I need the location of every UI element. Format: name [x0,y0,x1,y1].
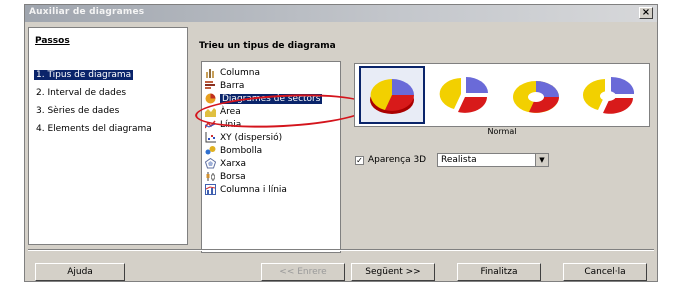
appearance-3d-select[interactable]: Realista ▼ [437,153,549,167]
scatter-chart-icon [205,132,216,143]
donut-exploded-icon [582,76,635,114]
chart-wizard-dialog: Auxiliar de diagrames × Passos 1. Tipus … [24,4,658,282]
step-chart-elements[interactable]: 4. Elements del diagrama [34,124,154,134]
next-button[interactable]: Següent >> [351,263,435,281]
button-separator [28,249,654,251]
list-item-bar[interactable]: Barra [205,79,244,92]
appearance-3d-checkbox[interactable]: ✓ Aparença 3D [355,155,426,165]
bar-chart-icon [205,81,215,89]
exploded-pie-thumb[interactable] [433,68,495,122]
steps-heading: Passos [35,36,70,46]
step-chart-type[interactable]: 1. Tipus de diagrama [34,70,134,80]
close-button[interactable]: × [639,7,653,19]
list-item-column[interactable]: Columna [205,66,260,79]
donut-pie-thumb[interactable] [505,68,567,122]
list-item-stock[interactable]: Borsa [205,170,246,183]
cancel-button[interactable]: Cancel·la [563,263,647,281]
help-button[interactable]: Ajuda [35,263,125,281]
exploded-donut-thumb[interactable] [577,68,639,122]
finish-button[interactable]: Finalitza [457,263,541,281]
checkbox-box[interactable]: ✓ [355,155,364,165]
pie-exploded-icon [439,77,488,113]
bubble-chart-icon [205,146,216,155]
step-data-series[interactable]: 3. Sèries de dades [34,106,121,116]
net-chart-icon [205,158,216,169]
back-button[interactable]: << Enrere [261,263,345,281]
normal-pie-thumb[interactable] [359,66,425,124]
title-bar: Auxiliar de diagrames × [25,5,657,22]
list-item-label: Columna [220,67,260,78]
column-line-chart-icon [205,184,216,195]
stock-chart-icon [206,172,215,181]
list-item-label: Borsa [220,171,246,182]
list-item-label: XY (dispersió) [220,132,283,143]
appearance-3d-value: Realista [441,155,477,165]
list-item-net[interactable]: Xarxa [205,157,246,170]
list-item-scatter[interactable]: XY (dispersió) [205,131,282,144]
dialog-title: Auxiliar de diagrames [29,7,145,17]
list-item-label: Columna i línia [220,184,287,195]
pie-normal-icon [370,79,414,114]
chevron-down-icon[interactable]: ▼ [535,154,548,166]
variant-name-label: Normal [487,127,517,136]
list-item-label: Xarxa [220,158,246,169]
list-item-label: Bombolla [220,145,263,156]
donut-icon [513,81,559,113]
pie-chart-icon [205,93,216,104]
appearance-3d-label: Aparença 3D [368,155,427,165]
list-item-column-line[interactable]: Columna i línia [205,183,287,196]
column-chart-icon [206,69,214,78]
steps-panel: Passos 1. Tipus de diagrama 2. Interval … [28,27,188,245]
list-item-bubble[interactable]: Bombolla [205,144,262,157]
chart-type-heading: Trieu un tipus de diagrama [199,41,336,51]
chart-variant-gallery [354,63,650,127]
list-item-label: Barra [220,80,245,91]
chart-type-list[interactable]: Columna Barra Diagrames de sectors Àrea … [201,61,341,253]
step-data-range[interactable]: 2. Interval de dades [34,88,128,98]
